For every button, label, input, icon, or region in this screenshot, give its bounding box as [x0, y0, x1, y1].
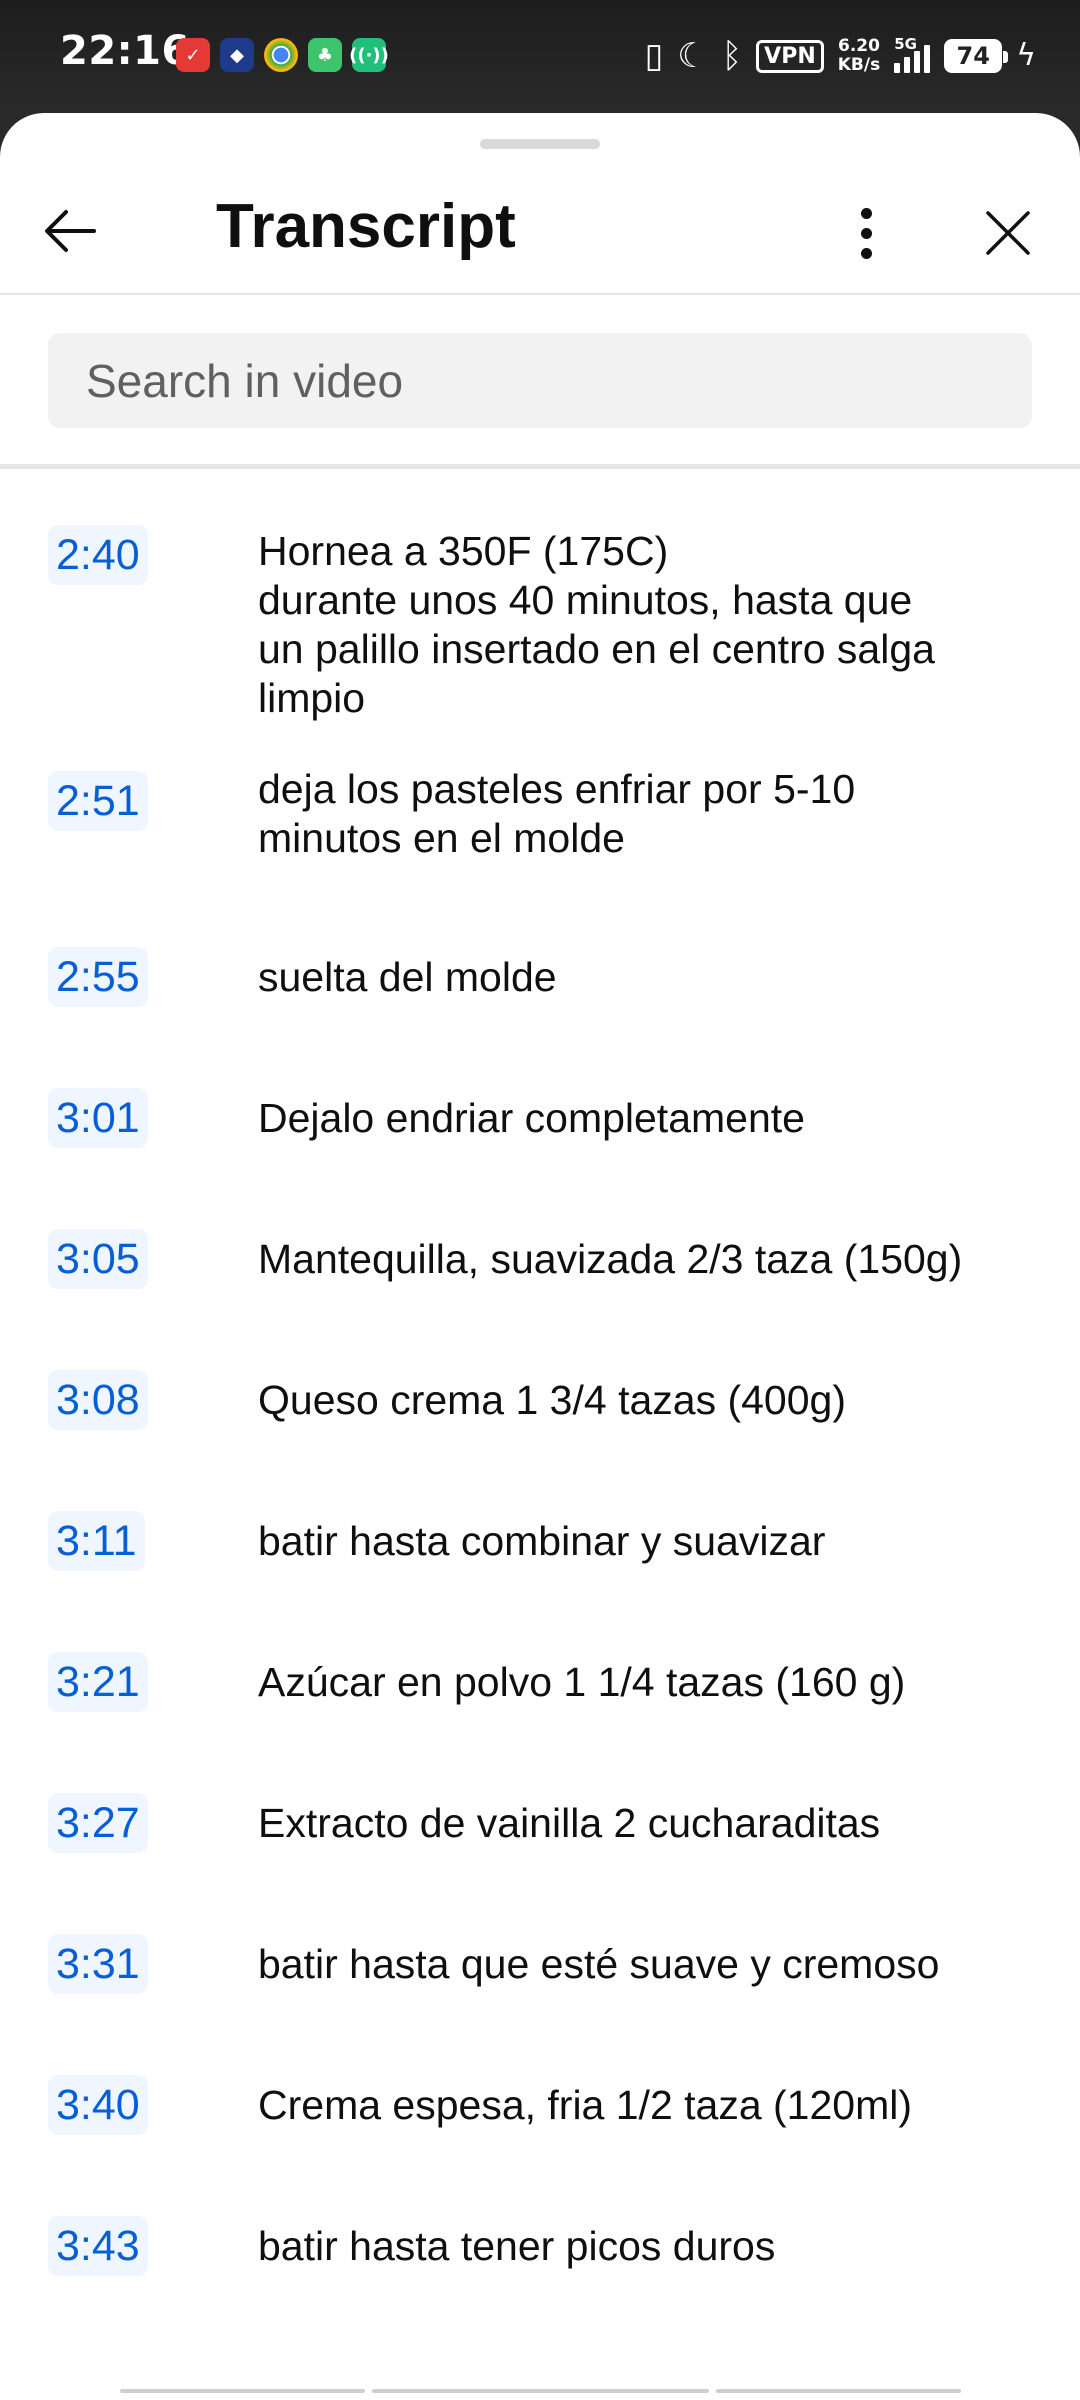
segment-text: batir hasta que esté suave y cremoso — [258, 1941, 940, 1987]
transcript-segment[interactable]: 3:21 Azúcar en polvo 1 1/4 tazas (160 g) — [0, 1652, 905, 1712]
segment-timestamp[interactable]: 2:51 — [48, 771, 148, 831]
divider — [0, 293, 1080, 295]
transcript-segment[interactable]: 3:08 Queso crema 1 3/4 tazas (400g) — [0, 1370, 846, 1430]
transcript-segment[interactable]: 2:55 suelta del molde — [0, 947, 557, 1007]
close-icon — [986, 211, 1030, 255]
transcript-segment[interactable]: 3:31 batir hasta que esté suave y cremos… — [0, 1934, 939, 1994]
app-notification-icon: ♣ — [308, 38, 342, 72]
back-button[interactable] — [30, 191, 110, 271]
segment-text: Dejalo endriar completamente — [258, 1095, 805, 1141]
status-bar: 22:16 ✓ ◆ ♣ ((·)) ▯ ☾ ᛒ VPN 6.20 KB/s 5G — [0, 0, 1080, 113]
segment-timestamp[interactable]: 3:31 — [48, 1934, 148, 1994]
battery-icon: 74 — [944, 39, 1009, 73]
segment-timestamp[interactable]: 3:05 — [48, 1229, 148, 1289]
segment-text: Mantequilla, suavizada 2/3 taza (150g) — [258, 1236, 963, 1282]
vibrate-icon: ▯ — [644, 36, 664, 76]
segment-timestamp[interactable]: 3:21 — [48, 1652, 148, 1712]
transcript-segment[interactable]: 3:05 Mantequilla, suavizada 2/3 taza (15… — [0, 1229, 962, 1289]
divider — [0, 464, 1080, 469]
status-indicators: ▯ ☾ ᛒ VPN 6.20 KB/s 5G 74 ϟ — [645, 30, 1036, 82]
segment-text: Queso crema 1 3/4 tazas (400g) — [258, 1377, 846, 1423]
segment-timestamp[interactable]: 3:40 — [48, 2075, 148, 2135]
app-notification-icon: ◆ — [220, 38, 254, 72]
transcript-segment[interactable]: 3:11 batir hasta combinar y suavizar — [0, 1511, 825, 1571]
segment-text: batir hasta combinar y suavizar — [258, 1518, 826, 1564]
chrome-icon — [264, 38, 298, 72]
more-vert-icon — [860, 207, 872, 219]
segment-text: suelta del molde — [258, 954, 557, 1000]
gesture-bar-area — [0, 2383, 1080, 2400]
transcript-segment[interactable]: 2:51 deja los pasteles enfriar por 5-10 … — [0, 766, 855, 861]
segment-timestamp[interactable]: 2:40 — [48, 525, 148, 585]
transcript-segment[interactable]: 2:40 Hornea a 350F (175C) durante unos 4… — [0, 525, 935, 721]
segment-timestamp[interactable]: 3:01 — [48, 1088, 148, 1148]
speed-unit: KB/s — [837, 55, 881, 75]
search-input[interactable] — [84, 352, 996, 409]
transcript-segment[interactable]: 3:40 Crema espesa, fria 1/2 taza (120ml) — [0, 2075, 912, 2135]
close-button[interactable] — [968, 191, 1048, 275]
drag-handle[interactable] — [480, 139, 600, 149]
do-not-disturb-moon-icon: ☾ — [677, 36, 708, 76]
network-speed: 6.20 KB/s — [838, 37, 880, 75]
transcript-segment[interactable]: 3:43 batir hasta tener picos duros — [0, 2216, 775, 2276]
segment-text: Hornea a 350F (175C) durante unos 40 min… — [258, 528, 935, 721]
segment-timestamp[interactable]: 2:55 — [48, 947, 148, 1007]
speed-value: 6.20 — [837, 36, 880, 56]
hotspot-icon: ((·)) — [349, 38, 389, 72]
transcript-segment[interactable]: 3:01 Dejalo endriar completamente — [0, 1088, 805, 1148]
screen: 22:16 ✓ ◆ ♣ ((·)) ▯ ☾ ᛒ VPN 6.20 KB/s 5G — [0, 0, 1080, 2400]
more-options-button[interactable] — [830, 191, 902, 275]
charging-bolt-icon: ϟ — [1016, 38, 1036, 73]
segment-text: deja los pasteles enfriar por 5-10 minut… — [258, 766, 856, 861]
segment-timestamp[interactable]: 3:11 — [48, 1511, 145, 1571]
panel-title: Transcript — [216, 192, 516, 261]
segment-text: batir hasta tener picos duros — [258, 2223, 776, 2269]
segment-timestamp[interactable]: 3:27 — [48, 1793, 148, 1853]
search-box[interactable] — [48, 333, 1032, 428]
transcript-panel: Transcript 2:40 Hornea a 350F (175C) dur… — [0, 113, 1080, 2400]
cellular-signal-icon: 5G — [894, 35, 931, 73]
segment-timestamp[interactable]: 3:08 — [48, 1370, 148, 1430]
notification-icons: ✓ ◆ ♣ ((·)) — [176, 38, 389, 72]
transcript-segment[interactable]: 3:27 Extracto de vainilla 2 cucharaditas — [0, 1793, 880, 1853]
app-notification-icon: ✓ — [176, 38, 210, 72]
segment-timestamp[interactable]: 3:43 — [48, 2216, 148, 2276]
bluetooth-icon: ᛒ — [721, 36, 743, 76]
panel-header: Transcript — [0, 163, 1080, 293]
vpn-badge: VPN — [756, 39, 824, 73]
segment-text: Azúcar en polvo 1 1/4 tazas (160 g) — [258, 1659, 906, 1705]
segment-text: Extracto de vainilla 2 cucharaditas — [258, 1800, 881, 1846]
segment-text: Crema espesa, fria 1/2 taza (120ml) — [258, 2082, 912, 2128]
battery-level: 74 — [956, 42, 990, 70]
status-time: 22:16 — [60, 28, 190, 74]
arrow-left-icon — [45, 210, 96, 252]
network-type: 5G — [894, 35, 917, 53]
